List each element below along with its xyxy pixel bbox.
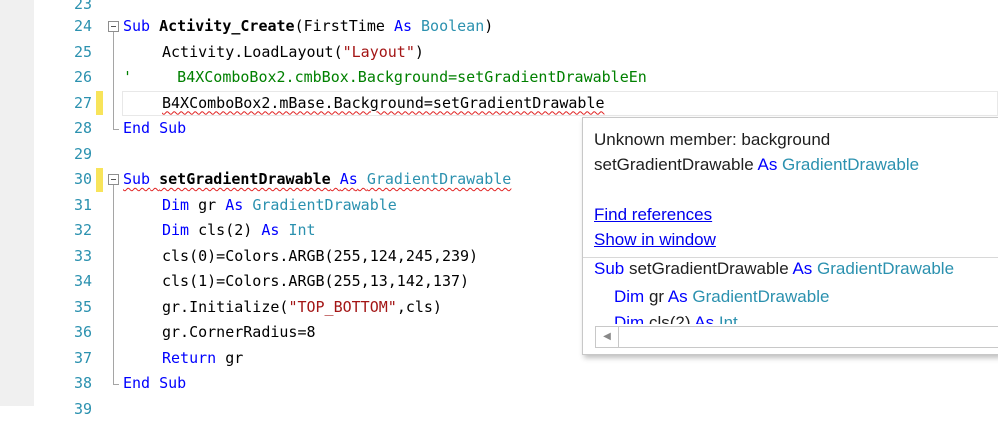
fold-guide-line	[113, 32, 114, 129]
scroll-left-icon[interactable]: ◀	[596, 327, 619, 347]
code-text: gr	[216, 349, 243, 367]
type-name: Int	[288, 221, 315, 239]
find-references-link[interactable]: Find references	[594, 205, 712, 225]
code-text: )	[415, 43, 424, 61]
code-preview-pane: Sub setGradientDrawable As GradientDrawa…	[583, 258, 998, 324]
string-literal: "Layout"	[343, 43, 415, 61]
code-line-37[interactable]: Return gr	[162, 346, 243, 372]
line-number: 28	[34, 116, 92, 142]
code-text: (FirstTime	[295, 17, 394, 35]
code-line-34[interactable]: cls(1)=Colors.ARGB(255,13,142,137)	[162, 269, 469, 295]
type-name: Boolean	[421, 17, 484, 35]
code-line-28[interactable]: End Sub	[123, 116, 186, 142]
preview-keyword: As	[792, 259, 812, 278]
line-number: 31	[34, 193, 92, 219]
preview-keyword: As	[668, 287, 688, 306]
error-underlined-code: Sub setGradientDrawable As GradientDrawa…	[123, 170, 511, 188]
line-number: 32	[34, 218, 92, 244]
line-number: 36	[34, 320, 92, 346]
code-text: gr	[189, 196, 225, 214]
error-tooltip-popup[interactable]: Unknown member: background setGradientDr…	[582, 117, 998, 355]
code-line-27[interactable]: B4XComboBox2.mBase.Background=setGradien…	[162, 91, 605, 117]
code-line-35[interactable]: gr.Initialize("TOP_BOTTOM",cls)	[162, 295, 442, 321]
line-number: 30	[34, 167, 92, 193]
left-margin-strip	[0, 0, 34, 406]
code-text: Activity.LoadLayout(	[162, 43, 343, 61]
type-name: GradientDrawable	[252, 196, 397, 214]
code-text: )	[484, 17, 493, 35]
signature-type: GradientDrawable	[777, 155, 919, 174]
fold-end-marker	[113, 384, 119, 385]
preview-type: Int	[714, 313, 738, 324]
line-number: 29	[34, 142, 92, 168]
preview-line: Dim cls(2) As Int	[614, 313, 738, 324]
line-number: 25	[34, 40, 92, 66]
keyword: Dim	[162, 196, 189, 214]
code-line-33[interactable]: cls(0)=Colors.ARGB(255,124,245,239)	[162, 244, 478, 270]
code-text: cls(2)	[189, 221, 261, 239]
preview-keyword: Dim	[614, 287, 644, 306]
code-text: gr.Initialize(	[162, 298, 288, 316]
line-number: 37	[34, 346, 92, 372]
collapse-region-icon[interactable]	[108, 21, 119, 32]
code-line-30[interactable]: Sub setGradientDrawable As GradientDrawa…	[123, 167, 511, 193]
preview-line: Dim gr As GradientDrawable	[614, 287, 829, 307]
horizontal-scrollbar[interactable]: ◀	[595, 326, 998, 348]
error-message: Unknown member: background	[594, 130, 830, 150]
preview-text: setGradientDrawable	[624, 259, 792, 278]
preview-type: GradientDrawable	[688, 287, 830, 306]
line-number: 34	[34, 269, 92, 295]
fold-end-marker	[113, 129, 119, 130]
modified-line-marker	[96, 91, 103, 115]
preview-keyword: As	[694, 313, 714, 324]
keyword: As	[261, 221, 279, 239]
line-number: 26	[34, 65, 92, 91]
signature-line: setGradientDrawable As GradientDrawable	[594, 155, 919, 175]
keyword: Return	[162, 349, 216, 367]
keyword: Dim	[162, 221, 189, 239]
fold-guide-line	[113, 185, 114, 384]
sub-name: setGradientDrawable	[159, 170, 331, 188]
collapse-region-icon[interactable]	[108, 174, 119, 185]
code-line-38[interactable]: End Sub	[123, 371, 186, 397]
code-line-26-comment[interactable]: ' B4XComboBox2.cmbBox.Background=setGrad…	[123, 65, 647, 91]
preview-text: cls(2)	[644, 313, 694, 324]
type-name: GradientDrawable	[367, 170, 512, 188]
line-number: 24	[34, 14, 92, 40]
preview-keyword: Sub	[594, 259, 624, 278]
signature-keyword: As	[757, 155, 777, 174]
code-line-25[interactable]: Activity.LoadLayout("Layout")	[162, 40, 424, 66]
keyword: Sub	[123, 17, 150, 35]
code-line-24[interactable]: Sub Activity_Create(FirstTime As Boolean…	[123, 14, 493, 40]
signature-name: setGradientDrawable	[594, 155, 757, 174]
modified-line-marker	[96, 168, 103, 192]
keyword: As	[340, 170, 358, 188]
keyword: Sub	[123, 170, 150, 188]
code-line-32[interactable]: Dim cls(2) As Int	[162, 218, 316, 244]
code-line-36[interactable]: gr.CornerRadius=8	[162, 320, 316, 346]
line-number: 35	[34, 295, 92, 321]
error-underlined-code: B4XComboBox2.mBase.Background=setGradien…	[162, 94, 605, 112]
preview-line: Sub setGradientDrawable As GradientDrawa…	[594, 259, 954, 279]
show-in-window-link[interactable]: Show in window	[594, 230, 716, 250]
line-number: 39	[34, 397, 92, 422]
line-number: 27	[34, 91, 92, 117]
string-literal: "TOP_BOTTOM"	[288, 298, 396, 316]
code-text: ,cls)	[397, 298, 442, 316]
code-line-31[interactable]: Dim gr As GradientDrawable	[162, 193, 397, 219]
keyword: As	[225, 196, 243, 214]
preview-text: gr	[644, 287, 668, 306]
line-number: 38	[34, 371, 92, 397]
preview-keyword: Dim	[614, 313, 644, 324]
preview-type: GradientDrawable	[812, 259, 954, 278]
line-number: 33	[34, 244, 92, 270]
keyword: As	[394, 17, 412, 35]
sub-name: Activity_Create	[159, 17, 294, 35]
scrollbar-thumb[interactable]	[619, 327, 997, 347]
